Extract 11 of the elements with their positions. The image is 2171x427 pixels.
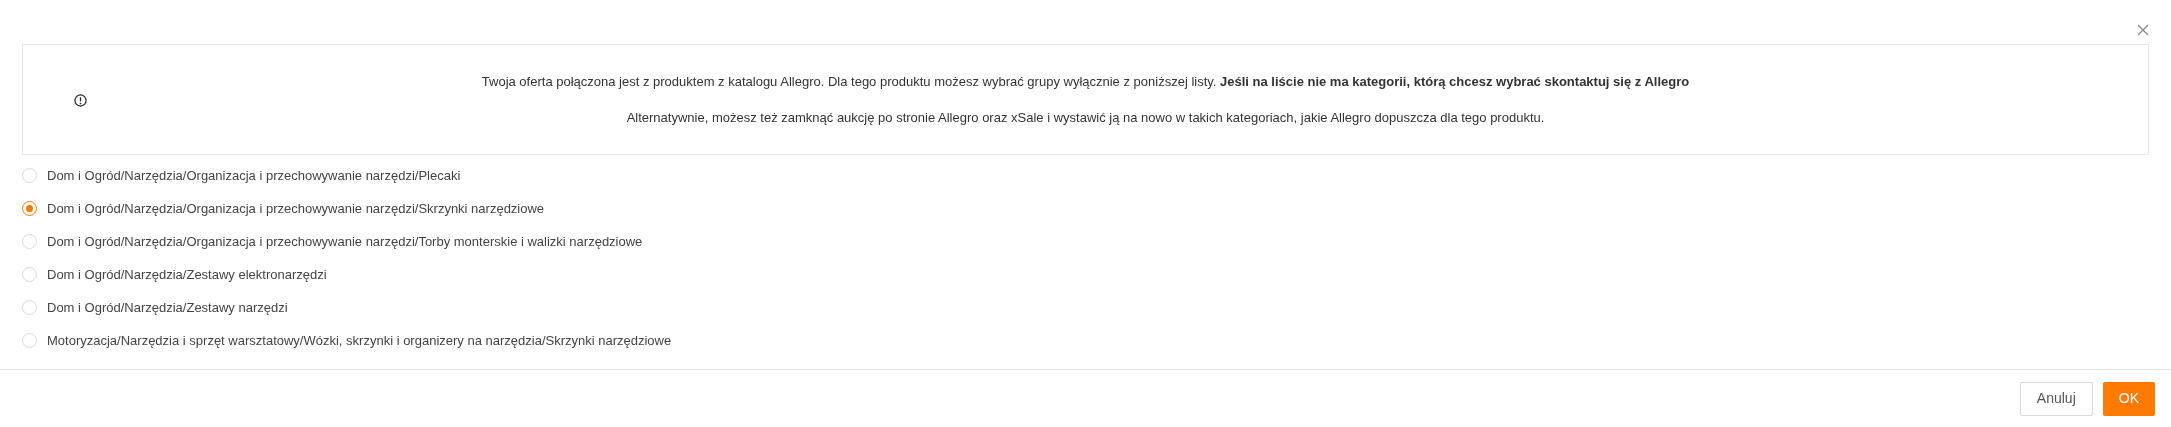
cancel-button[interactable]: Anuluj: [2019, 381, 2093, 416]
category-label: Dom i Ogród/Narzędzia/Organizacja i przechowywanie narzędzi/Torby monterskie i walizki narzędziowe: [47, 232, 643, 251]
category-label: Dom i Ogród/Narzędzia/Zestawy narzędzi: [47, 298, 288, 317]
category-label: Motoryzacja/Narzędzia i sprzęt warsztatowy/Wózki, skrzynki i organizery na narzędzia/Skrzynki narzędziowe: [47, 331, 672, 350]
info-text: Twoja oferta połączona jest z produktem z katalogu Allegro. Dla tego produktu możesz wybrać grupy wyłącznie z poniższej listy. Jeśli na liście nie ma kategorii, którą chcesz wybrać skontaktuj się z Allegro: [481, 73, 1690, 91]
category-label: Dom i Ogród/Narzędzia/Organizacja i przechowywanie narzędzi/Plecaki: [47, 166, 461, 185]
close-icon[interactable]: [2137, 24, 2149, 36]
category-label: Dom i Ogród/Narzędzia/Organizacja i przechowywanie narzędzi/Skrzynki narzędziowe: [47, 199, 545, 218]
info-icon: [74, 94, 87, 107]
category-label: Dom i Ogród/Narzędzia/Zestawy elektronarzędzi: [47, 265, 327, 284]
info-text: Alternatywnie, możesz też zamknąć aukcję po stronie Allegro oraz xSale i wystawić ją na nowo w takich kategoriach, jakie Allegro dopuszcza dla tego produktu.: [626, 108, 1545, 127]
